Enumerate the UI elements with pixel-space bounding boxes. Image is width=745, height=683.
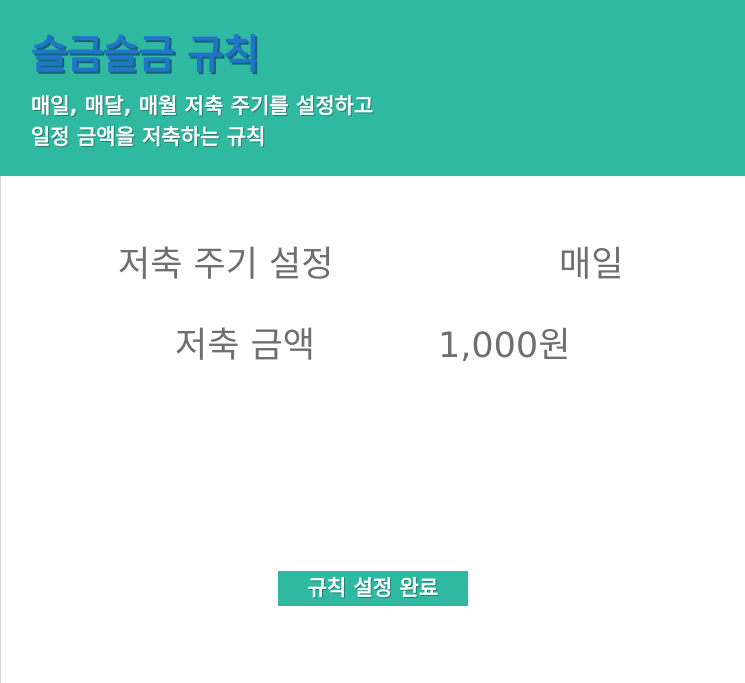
page-subtitle: 매일, 매달, 매월 저축 주기를 설정하고 일정 금액을 저축하는 규칙	[31, 91, 491, 153]
savings-amount-label: 저축 금액	[175, 326, 315, 366]
savings-period-label: 저축 주기 설정	[118, 245, 334, 285]
savings-amount-value[interactable]: 1,000원	[438, 324, 570, 368]
subtitle-line-1: 매일, 매달, 매월 저축 주기를 설정하고	[31, 94, 374, 118]
savings-period-value[interactable]: 매일	[559, 243, 623, 287]
complete-rule-button[interactable]: 규칙 설정 완료	[278, 571, 468, 606]
header-banner: 슬금슬금 규칙 매일, 매달, 매월 저축 주기를 설정하고 일정 금액을 저축…	[0, 0, 745, 176]
page-title: 슬금슬금 규칙	[31, 32, 260, 78]
subtitle-line-2: 일정 금액을 저축하는 규칙	[31, 125, 266, 149]
